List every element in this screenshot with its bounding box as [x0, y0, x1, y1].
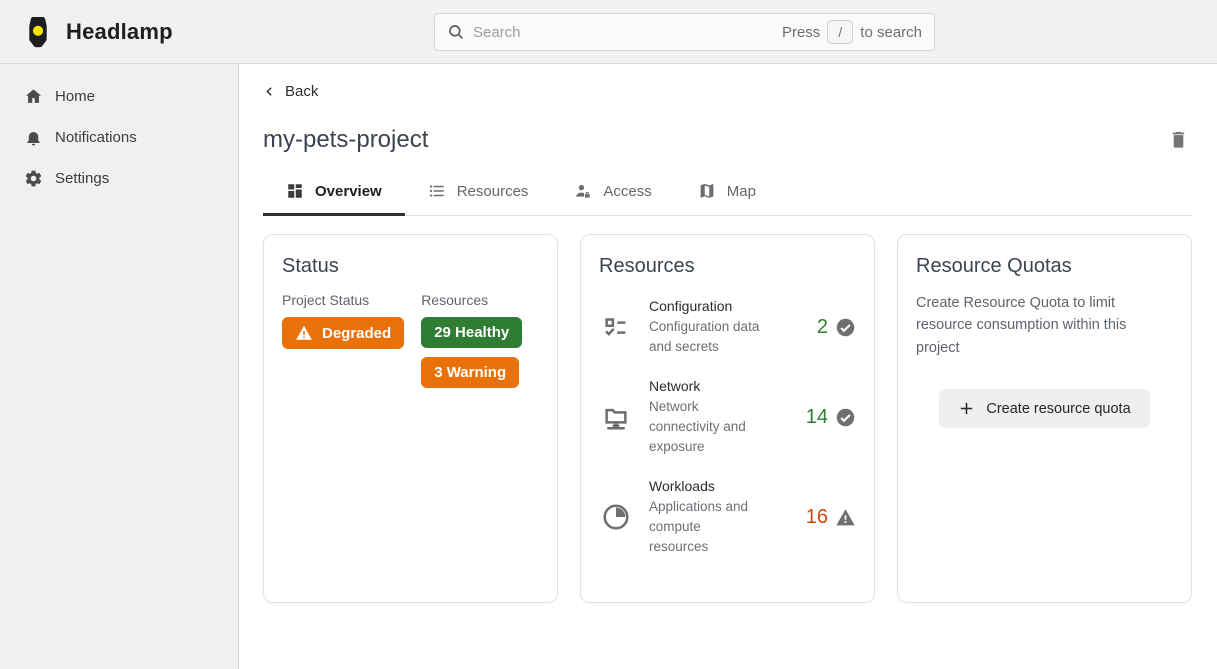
- count-value: 2: [817, 316, 828, 339]
- search-input[interactable]: [473, 24, 782, 41]
- trash-icon: [1168, 129, 1189, 150]
- sidebar-item-label: Settings: [55, 170, 109, 187]
- back-button[interactable]: Back: [263, 83, 318, 100]
- healthy-badge: 29 Healthy: [421, 317, 522, 348]
- button-label: Create resource quota: [986, 401, 1130, 417]
- resource-name: Configuration: [649, 298, 761, 314]
- brand: Headlamp: [20, 14, 173, 50]
- count-value: 16: [806, 506, 828, 529]
- checklist-icon: [599, 312, 633, 342]
- headlamp-logo-icon: [20, 14, 56, 50]
- tab-label: Access: [603, 183, 651, 200]
- bell-icon: [24, 128, 43, 147]
- tab-overview[interactable]: Overview: [263, 178, 405, 215]
- resources-card: Resources Configuration: [580, 234, 875, 603]
- warning-triangle-icon: [835, 507, 856, 528]
- sidebar-item-label: Home: [55, 88, 95, 105]
- warning-triangle-icon: [295, 324, 313, 342]
- overview-cards: Status Project Status Degraded: [263, 234, 1193, 603]
- resource-description: Applications and compute resources: [649, 497, 761, 557]
- tab-resources[interactable]: Resources: [405, 178, 552, 215]
- back-label: Back: [285, 83, 318, 100]
- card-title: Resource Quotas: [916, 255, 1173, 278]
- check-circle-icon: [835, 407, 856, 428]
- delete-project-button[interactable]: [1164, 125, 1193, 154]
- chevron-left-icon: [263, 85, 276, 98]
- resource-text: Network Network connectivity and exposur…: [649, 378, 761, 457]
- dashboard-icon: [286, 182, 304, 200]
- home-icon: [24, 87, 43, 106]
- page-title: my-pets-project: [263, 126, 428, 154]
- project-status-label: Project Status: [282, 292, 404, 308]
- warning-badge: 3 Warning: [421, 357, 519, 388]
- search-shortcut-hint: Press / to search: [782, 20, 922, 44]
- resource-name: Workloads: [649, 478, 761, 494]
- resource-count: 14: [806, 406, 856, 429]
- resources-label: Resources: [421, 292, 522, 308]
- quota-description: Create Resource Quota to limit resource …: [916, 292, 1173, 359]
- press-label: Press: [782, 24, 820, 41]
- gear-icon: [24, 169, 43, 188]
- search-icon: [447, 23, 465, 41]
- plus-icon: [958, 400, 975, 417]
- project-tabs: Overview Resources: [263, 178, 1193, 216]
- resources-status-column: Resources 29 Healthy 3 Warning: [421, 292, 522, 388]
- main-content: Back my-pets-project Overview: [239, 64, 1217, 669]
- card-title: Status: [282, 255, 539, 278]
- resource-text: Workloads Applications and compute resou…: [649, 478, 761, 557]
- tab-label: Map: [727, 183, 756, 200]
- sidebar-item-notifications[interactable]: Notifications: [0, 117, 238, 158]
- sidebar: Home Notifications Settings: [0, 64, 239, 669]
- to-search-label: to search: [860, 24, 922, 41]
- list-icon: [428, 182, 446, 200]
- create-resource-quota-button[interactable]: Create resource quota: [939, 389, 1149, 428]
- sidebar-item-home[interactable]: Home: [0, 76, 238, 117]
- resource-quotas-card: Resource Quotas Create Resource Quota to…: [897, 234, 1192, 603]
- resource-row-network[interactable]: Network Network connectivity and exposur…: [599, 378, 856, 457]
- resource-row-workloads[interactable]: Workloads Applications and compute resou…: [599, 478, 856, 557]
- project-status-badge: Degraded: [282, 317, 404, 349]
- global-search[interactable]: Press / to search: [434, 13, 935, 51]
- sidebar-item-settings[interactable]: Settings: [0, 158, 238, 199]
- resource-description: Configuration data and secrets: [649, 317, 761, 357]
- tab-label: Resources: [457, 183, 529, 200]
- sidebar-item-label: Notifications: [55, 129, 137, 146]
- resource-text: Configuration Configuration data and sec…: [649, 298, 761, 357]
- count-value: 14: [806, 406, 828, 429]
- badge-label: Degraded: [322, 325, 391, 342]
- resource-row-configuration[interactable]: Configuration Configuration data and sec…: [599, 298, 856, 357]
- resource-description: Network connectivity and exposure: [649, 397, 761, 457]
- resource-name: Network: [649, 378, 761, 394]
- resource-count: 16: [806, 506, 856, 529]
- topbar: Headlamp Press / to search: [0, 0, 1217, 64]
- badge-label: 29 Healthy: [434, 324, 509, 341]
- card-title: Resources: [599, 255, 856, 278]
- circle-slice-icon: [599, 502, 633, 532]
- check-circle-icon: [835, 317, 856, 338]
- project-status-column: Project Status Degraded: [282, 292, 404, 388]
- account-lock-icon: [574, 182, 592, 200]
- slash-keycap: /: [827, 20, 853, 44]
- tab-label: Overview: [315, 183, 382, 200]
- status-card: Status Project Status Degraded: [263, 234, 558, 603]
- badge-label: 3 Warning: [434, 364, 506, 381]
- map-icon: [698, 182, 716, 200]
- brand-name: Headlamp: [66, 19, 173, 45]
- tab-access[interactable]: Access: [551, 178, 674, 215]
- folder-network-icon: [599, 402, 633, 432]
- tab-map[interactable]: Map: [675, 178, 779, 215]
- resource-count: 2: [817, 316, 856, 339]
